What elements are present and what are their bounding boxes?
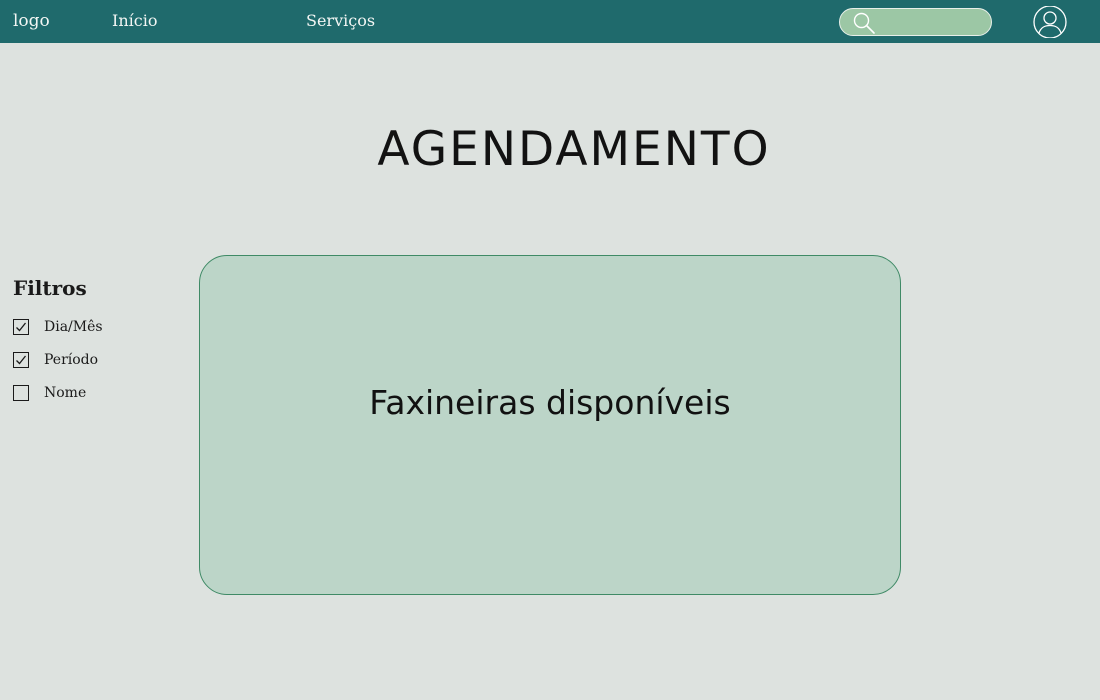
logo: logo	[13, 11, 50, 31]
page-title: AGENDAMENTO	[377, 122, 771, 177]
filters-heading: Filtros	[13, 276, 87, 300]
filter-nome[interactable]: Nome	[13, 383, 86, 403]
nav-link-servicos[interactable]: Serviços	[306, 11, 375, 31]
nav-link-inicio[interactable]: Início	[112, 11, 157, 31]
filter-label: Dia/Mês	[44, 319, 103, 335]
checkbox[interactable]	[13, 319, 29, 335]
search-input[interactable]	[878, 12, 987, 34]
filter-label: Período	[44, 352, 99, 368]
filter-dia-mes[interactable]: Dia/Mês	[13, 317, 103, 337]
checkbox[interactable]	[13, 385, 29, 401]
checkbox[interactable]	[13, 352, 29, 368]
checkmark-icon	[16, 322, 27, 332]
search-icon	[853, 12, 875, 34]
user-account-button[interactable]	[1032, 5, 1068, 39]
panel-label: Faxineiras disponíveis	[369, 383, 731, 422]
user-avatar-icon	[1033, 5, 1067, 39]
top-navigation-bar: logo Início Serviços	[0, 0, 1100, 43]
available-cleaners-panel: Faxineiras disponíveis	[199, 255, 901, 595]
filter-label: Nome	[44, 385, 87, 401]
checkmark-icon	[16, 355, 27, 365]
filter-periodo[interactable]: Período	[13, 350, 98, 370]
search-box[interactable]	[839, 8, 992, 36]
